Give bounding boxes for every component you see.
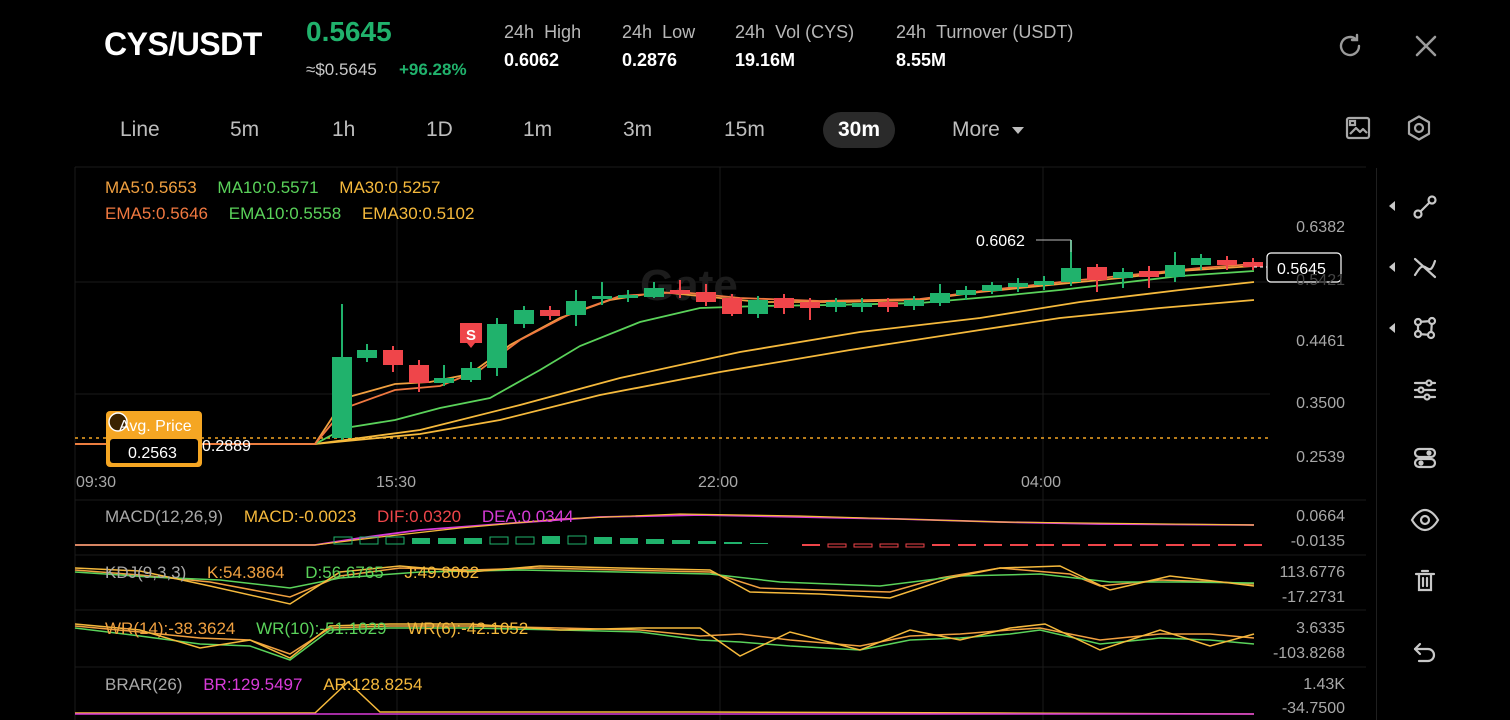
kdj-y-top: 113.6776: [1279, 564, 1345, 581]
y-tick: 0.5421: [1296, 272, 1345, 289]
macd-y-top: 0.0664: [1296, 508, 1345, 525]
y-tick: 0.6382: [1296, 219, 1345, 236]
close-icon[interactable]: [1406, 26, 1446, 66]
layers-icon[interactable]: [1405, 438, 1445, 478]
brar-y-bottom: -34.7500: [1281, 700, 1345, 717]
y-tick: 0.4461: [1296, 333, 1345, 350]
ema5-legend: EMA5:0.5646: [105, 204, 209, 223]
x-tick: 09:30: [76, 474, 117, 491]
shape-icon[interactable]: [1405, 308, 1445, 348]
x-tick: 15:30: [376, 474, 417, 491]
ema-legend: EMA5:0.5646 EMA10:0.5558 EMA30:0.5102: [105, 204, 474, 224]
undo-icon[interactable]: [1405, 632, 1445, 672]
avg-price-value: 0.2563: [128, 445, 177, 462]
ma-legend: MA5:0.5653 MA10:0.5571 MA30:0.5257: [105, 178, 440, 198]
delete-icon[interactable]: [1405, 561, 1445, 601]
x-tick: 04:00: [1021, 474, 1062, 491]
expand-arrow-icon[interactable]: [1389, 262, 1395, 272]
ma5-legend: MA5:0.5653: [105, 178, 197, 197]
sell-marker: S: [460, 323, 482, 348]
wr-legend: WR(14):-38.3624 WR(10):-51.1029 WR(6):-4…: [105, 619, 529, 638]
y-tick: 0.3500: [1296, 395, 1345, 412]
brar-y-top: 1.43K: [1303, 676, 1345, 693]
svg-text:S: S: [466, 327, 476, 344]
x-tick: 22:00: [698, 474, 739, 491]
ema30-legend: EMA30:0.5102: [361, 204, 475, 223]
settings-icon[interactable]: [1399, 108, 1439, 148]
visibility-icon[interactable]: [1405, 500, 1445, 540]
macd-legend: MACD(12,26,9) MACD:-0.0023 DIF:0.0320 DE…: [105, 507, 574, 526]
ma10-legend: MA10:0.5571: [217, 178, 319, 197]
trend-line-icon[interactable]: [1405, 187, 1445, 227]
wr-y-bottom: -103.8268: [1272, 645, 1345, 662]
cross-line-icon[interactable]: [1405, 247, 1445, 287]
ma30-legend: MA30:0.5257: [339, 178, 441, 197]
wr-y-top: 3.6335: [1296, 620, 1345, 637]
ma30-line: [75, 299, 1255, 445]
expand-arrow-icon[interactable]: [1389, 201, 1395, 211]
kdj-y-bottom: -17.2731: [1281, 589, 1345, 606]
ema10-legend: EMA10:0.5558: [228, 204, 342, 223]
brar-legend: BRAR(26) BR:129.5497 AR:128.8254: [105, 675, 423, 694]
high-marker-label: 0.6062: [976, 233, 1025, 250]
avg-line-value: 0.2889: [202, 438, 251, 455]
expand-arrow-icon[interactable]: [1389, 323, 1395, 333]
kdj-legend: KDJ(9,3,3) K:54.3864 D:56.6765 J:49.8062: [105, 563, 480, 582]
chart-area[interactable]: Gate 0.6062 S 0.5645 Avg. Price 0.2563 0…: [0, 0, 1376, 720]
indicator-settings-icon[interactable]: [1405, 370, 1445, 410]
macd-histogram: [333, 535, 1262, 548]
macd-y-bottom: -0.0135: [1290, 533, 1345, 550]
y-tick: 0.2539: [1296, 449, 1345, 466]
avg-price-label: Avg. Price: [119, 418, 192, 435]
